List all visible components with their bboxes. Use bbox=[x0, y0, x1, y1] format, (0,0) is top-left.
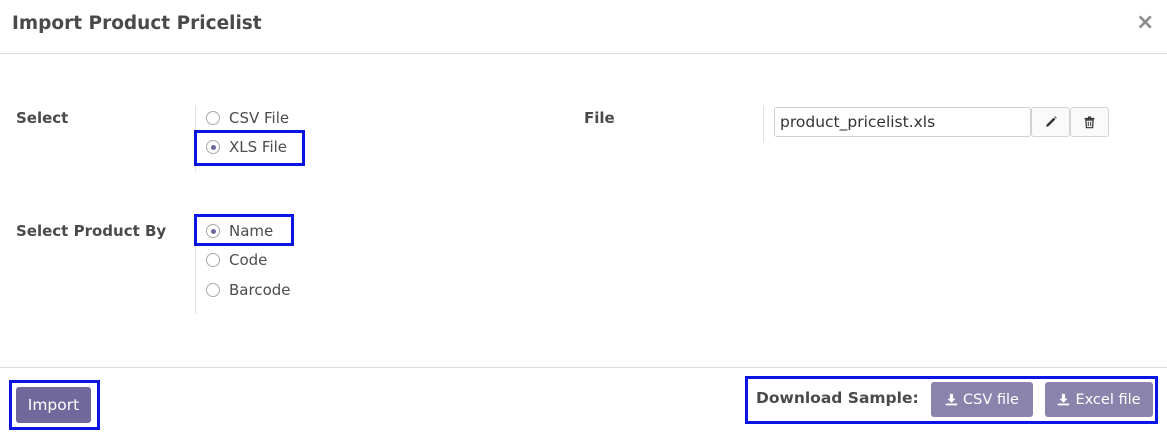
highlight-box bbox=[194, 214, 294, 246]
close-icon[interactable]: × bbox=[1136, 10, 1154, 36]
import-type-label: Select bbox=[16, 109, 69, 127]
radio-button[interactable] bbox=[206, 253, 220, 267]
radio-barcode[interactable]: Barcode bbox=[206, 279, 291, 301]
trash-icon bbox=[1084, 116, 1095, 129]
radio-code[interactable]: Code bbox=[206, 249, 267, 271]
highlight-box bbox=[745, 376, 1158, 424]
import-pricelist-dialog: Import Product Pricelist × Select CSV Fi… bbox=[0, 0, 1167, 444]
edit-file-button[interactable] bbox=[1031, 107, 1070, 137]
delete-file-button[interactable] bbox=[1070, 107, 1109, 137]
product-by-label: Select Product By bbox=[16, 222, 167, 240]
radio-label-code: Code bbox=[229, 251, 268, 269]
radio-csv-file[interactable]: CSV File bbox=[206, 107, 289, 129]
highlight-box bbox=[194, 130, 305, 166]
radio-button[interactable] bbox=[206, 111, 220, 125]
radio-label-barcode: Barcode bbox=[229, 281, 291, 299]
dialog-title: Import Product Pricelist bbox=[12, 13, 262, 34]
pencil-icon bbox=[1045, 116, 1057, 127]
radio-button[interactable] bbox=[206, 283, 220, 297]
file-name-field[interactable]: product_pricelist.xls bbox=[774, 107, 1031, 137]
file-divider bbox=[763, 106, 764, 142]
radio-label-csv-file: CSV File bbox=[229, 109, 290, 127]
highlight-box bbox=[9, 380, 100, 430]
footer-divider bbox=[0, 367, 1167, 368]
dialog-header: Import Product Pricelist × bbox=[0, 0, 1167, 54]
file-label: File bbox=[584, 109, 615, 127]
